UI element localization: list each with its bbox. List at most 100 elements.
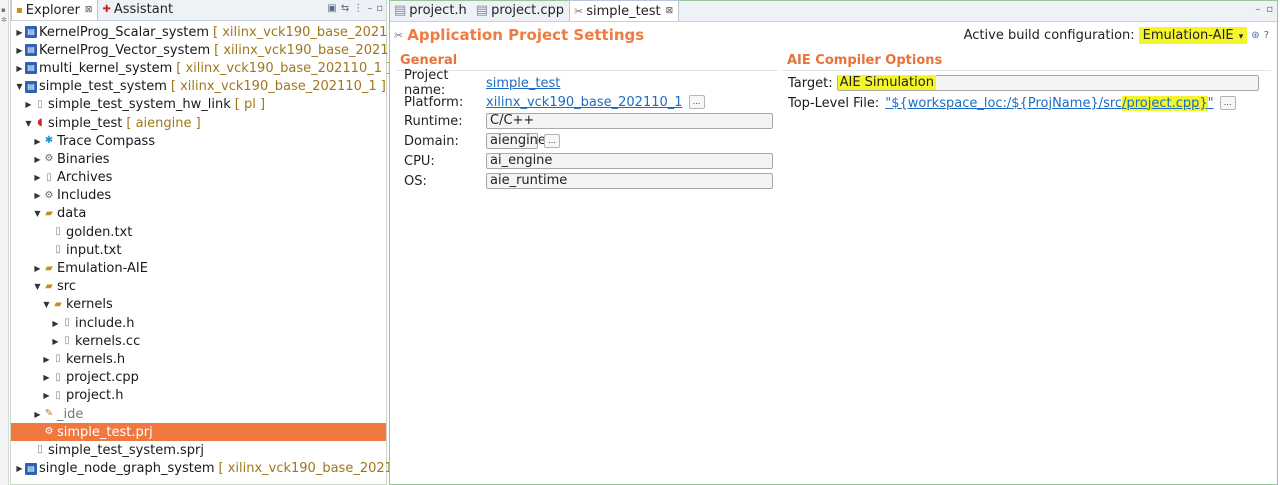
settings-icon[interactable]: ✲ [1,16,7,24]
tree-item[interactable]: ▼ ▰ src [11,278,386,296]
tree-item[interactable]: ▶ ▯ project.cpp [11,369,386,387]
project-name-link[interactable]: simple_test [486,76,560,91]
tree-item-label: Emulation-AIE [57,261,148,277]
tab-simple-test[interactable]: ✂ simple_test ⊠ [569,0,680,21]
folder-icon: ▰ [45,280,53,292]
file-icon: ▯ [46,171,52,183]
tree-item[interactable]: ▼ ◖ simple_test[ aiengine ] [11,114,386,132]
tab-assistant[interactable]: ✚ Assistant [98,0,178,20]
tree-item[interactable]: ▶ ▤ single_node_graph_system[ xilinx_vck19… [11,460,433,478]
chevron-right-icon[interactable]: ▶ [42,355,51,364]
tree-item[interactable]: ▯ golden.txt [11,223,386,241]
top-level-file-browse-button[interactable]: ... [1219,96,1236,110]
chevron-right-icon[interactable]: ▶ [33,137,42,146]
chevron-right-icon[interactable]: ▶ [15,46,24,55]
chevron-right-icon[interactable]: ▶ [42,373,51,382]
platform-link[interactable]: xilinx_vck190_base_202110_1 [486,95,683,110]
project-icon: ▤ [25,80,37,93]
tab-project-cpp-label: project.cpp [491,3,564,18]
domain-field[interactable]: aiengine [486,133,546,149]
explorer-toolbar: ▣ ⇆ ⋮ – ▫ [327,3,383,14]
chevron-down-icon[interactable]: ▼ [33,282,42,291]
chevron-down-icon[interactable]: ▼ [15,82,24,91]
chevron-right-icon[interactable]: ▶ [15,28,24,37]
editor-toolbar: – ▫ [1255,4,1273,15]
tree-item[interactable]: ▶ ▯ project.h [11,387,386,405]
tree-item-label: simple_test_system.sprj [48,442,204,458]
chevron-right-icon[interactable]: ▶ [33,173,42,182]
tools-icon: ✂ [394,28,404,42]
file-icon: ▯ [55,353,61,365]
chevron-right-icon[interactable]: ▶ [24,100,33,109]
tree-item-label: KernelProg_Scalar_system [39,24,210,40]
cpu-field[interactable]: ai_engine [486,153,773,169]
runtime-field[interactable]: C/C++ [486,113,773,129]
tab-explorer[interactable]: ▪ Explorer ⊠ [11,0,99,20]
minimize-icon[interactable]: – [367,3,372,14]
tree-item[interactable]: ▼ ▰ data [11,205,386,223]
build-config-select[interactable]: Emulation-AIE ▾ [1138,27,1248,44]
tree-item-label: KernelProg_Vector_system [39,42,211,58]
chevron-right-icon[interactable]: ▶ [33,264,42,273]
minimize-icon[interactable]: – [1255,4,1260,15]
chevron-right-icon[interactable]: ▶ [15,464,24,473]
top-level-file-highlight: /project.cpp} [1122,95,1208,111]
project-tree: ▶ ▤ KernelProg_Scalar_system[ xilinx_vck19… [11,21,433,478]
close-icon[interactable]: ⊠ [85,5,93,15]
chevron-down-icon[interactable]: ▼ [33,209,42,218]
tree-item-label: Includes [57,188,112,204]
file-icon: ▯ [37,444,43,456]
tree-item-label: data [57,206,87,222]
chevron-right-icon[interactable]: ▶ [51,319,60,328]
help-icon[interactable]: ? [1264,30,1269,41]
top-level-file-link[interactable]: "${workspace_loc:/${ProjName}/src/projec… [885,95,1214,111]
build-config-label: Active build configuration: [963,28,1135,43]
chevron-right-icon[interactable]: ▶ [51,337,60,346]
maximize-icon[interactable]: ▫ [376,3,383,14]
chevron-down-icon[interactable]: ▼ [42,300,51,309]
collapse-all-icon[interactable]: ▣ [327,3,336,14]
tree-item[interactable]: ⚙ simple_test.prj [11,423,386,442]
os-field[interactable]: aie_runtime [486,173,773,189]
tree-item[interactable]: ▯ input.txt [11,241,386,259]
tree-item[interactable]: ▶ ▯ kernels.h [11,350,386,368]
tree-item[interactable]: ▼ ▤ simple_test_system[ xilinx_vck190_base… [11,78,386,96]
tree-item[interactable]: ▼ ▰ kernels [11,296,386,314]
chevron-down-icon[interactable]: ▾ [1239,32,1244,42]
platform-browse-button[interactable]: ... [688,95,705,109]
tree-item[interactable]: ▶ ✱ Trace Compass [11,132,386,150]
tree-item-label: src [57,279,76,295]
tree-item[interactable]: ▶ ✎ _ide [11,405,386,423]
tree-item[interactable]: ▶ ▤ KernelProg_Scalar_system[ xilinx_vck19… [11,23,428,41]
tree-item[interactable]: ▶ ▤ multi_kernel_system[ xilinx_vck190_bas… [11,59,391,77]
chevron-right-icon[interactable]: ▶ [33,155,42,164]
tree-item[interactable]: ▶ ▯ include.h [11,314,386,332]
tree-item[interactable]: ▶ ⚙ Includes [11,187,386,205]
tree-item-label: include.h [75,315,135,331]
tab-project-h[interactable]: ▤ project.h [390,0,472,21]
link-editor-icon[interactable]: ⇆ [341,3,349,14]
tree-item[interactable]: ▶ ⚙ Binaries [11,150,386,168]
ide-window: ▪ ✲ ▪ Explorer ⊠ ✚ Assistant ▣ ⇆ ⋮ – ▫ ▶… [0,0,1280,485]
chevron-right-icon[interactable]: ▶ [33,191,42,200]
chevron-right-icon[interactable]: ▶ [42,391,51,400]
close-icon[interactable]: ⊠ [666,6,674,16]
maximize-icon[interactable]: ▫ [1266,4,1273,15]
restore-icon[interactable]: ▪ [1,6,6,14]
tree-item[interactable]: ▶ ▯ Archives [11,169,386,187]
chevron-down-icon[interactable]: ▼ [24,119,33,128]
general-section: General Project name: simple_test Platfo… [396,53,778,211]
chevron-right-icon[interactable]: ▶ [33,410,42,419]
tree-item[interactable]: ▶ ▯ simple_test_system_hw_link[ pl ] [11,96,386,114]
target-field[interactable]: AIE Simulation [836,75,1259,91]
tree-item[interactable]: ▶ ▯ kernels.cc [11,332,386,350]
view-menu-icon[interactable]: ⋮ [353,3,363,14]
chevron-right-icon[interactable]: ▶ [15,64,24,73]
build-config-manage-icon[interactable]: ⊛ [1251,30,1259,41]
tree-item[interactable]: ▯ simple_test_system.sprj [11,441,386,459]
tab-project-cpp[interactable]: ▤ project.cpp [472,0,569,21]
tree-item[interactable]: ▶ ▤ KernelProg_Vector_system[ xilinx_vck19… [11,41,429,59]
file-icon: ▯ [64,335,70,347]
domain-browse-button[interactable]: ... [544,134,560,148]
tree-item[interactable]: ▶ ▰ Emulation-AIE [11,259,386,277]
